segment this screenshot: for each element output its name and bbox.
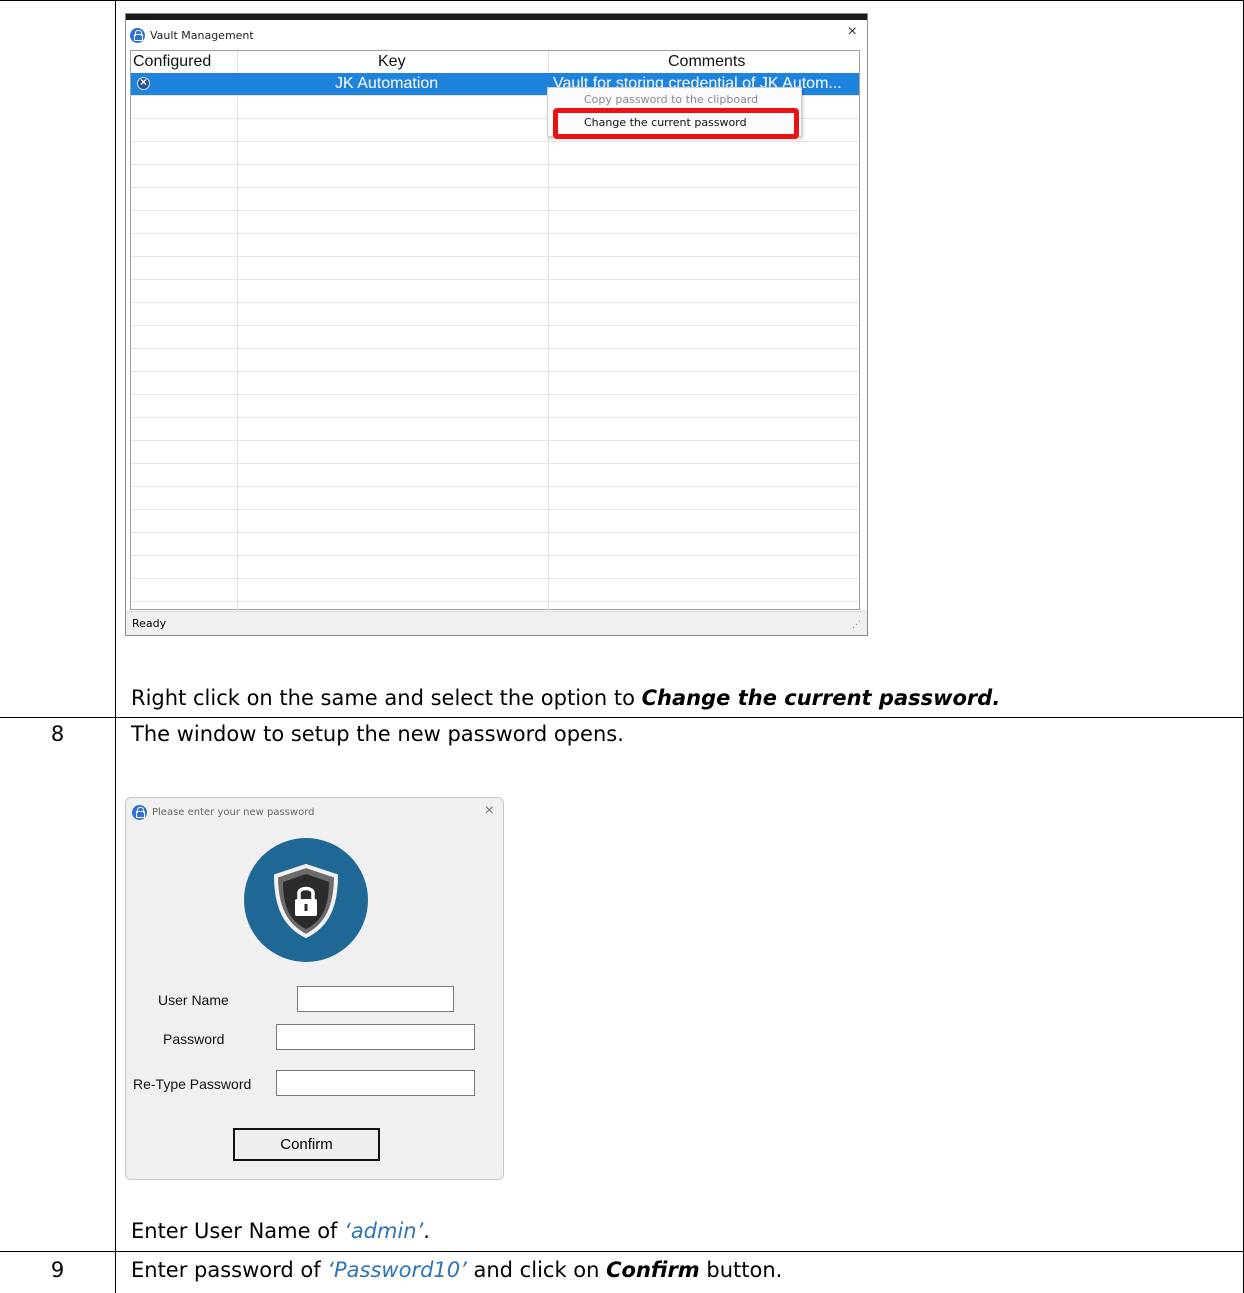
dialog-title: Please enter your new password [152,807,315,818]
step8-intro: The window to setup the new password ope… [131,722,624,746]
table-row-empty [131,395,859,418]
password-input[interactable] [276,1024,475,1050]
table-row-empty [131,188,859,211]
window-titlebar: Vault Management [130,26,254,44]
table-row-empty [131,556,859,579]
step9-emphasis: Confirm [606,1258,700,1282]
step7-emphasis: Change the current password. [641,686,1001,710]
table-row-empty [131,211,859,234]
table-row-empty [131,372,859,395]
highlight-box [553,108,799,139]
column-header-comments[interactable]: Comments [668,53,745,71]
step8-instruction: Enter User Name of ‘admin’. [131,1219,430,1243]
table-row-empty [131,326,859,349]
table-row-empty [131,257,859,280]
window-title: Vault Management [150,28,254,42]
retype-password-input[interactable] [276,1070,475,1096]
row-divider-8 [0,717,1244,718]
table-row-empty [131,165,859,188]
retype-password-label: Re-Type Password [133,1076,252,1092]
resize-grip-icon[interactable]: ⋰ [852,619,861,630]
step7-instruction: Right click on the same and select the o… [131,686,1000,710]
shield-lock-icon [244,838,368,962]
column-divider [115,0,116,1293]
step9-text-a: Enter password of [131,1258,328,1282]
table-row-empty [131,418,859,441]
column-header-key[interactable]: Key [378,53,406,71]
table-row-empty [131,464,859,487]
menu-item-copy-password[interactable]: Copy password to the clipboard [584,93,758,106]
step8-end: . [423,1219,430,1243]
step9-text-b: and click on [466,1258,607,1282]
step7-text: Right click on the same and select the o… [131,686,642,710]
lock-app-icon [132,805,147,820]
table-row-empty [131,142,859,165]
row-key: JK Automation [335,75,439,92]
close-icon[interactable]: × [848,23,857,41]
step9-value: ‘Password10’ [327,1258,467,1282]
step-number-8: 8 [50,722,65,746]
table-row-empty [131,349,859,372]
status-text: Ready [132,617,167,630]
user-name-label: User Name [158,992,229,1008]
table-row-empty [131,441,859,464]
window-top-edge [126,14,867,20]
step8-text: Enter User Name of [131,1219,345,1243]
confirm-button[interactable]: Confirm [233,1128,380,1161]
x-circle-icon [137,75,150,90]
table-row-empty [131,280,859,303]
status-bar: Ready ⋰ [126,611,867,635]
table-row-empty [131,234,859,257]
password-label: Password [163,1031,225,1047]
grid-header: Configured Key Comments [131,51,861,73]
step-number-9: 9 [50,1258,65,1282]
step9-instruction: Enter password of ‘Password10’ and click… [131,1258,782,1282]
column-header-configured[interactable]: Configured [133,53,211,71]
table-row-empty [131,303,859,326]
new-password-dialog: Please enter your new password × User Na… [125,797,504,1180]
row-divider-9 [0,1251,1244,1252]
lock-app-icon [130,27,145,43]
table-row-empty [131,487,859,510]
user-name-input[interactable] [297,986,454,1012]
table-row-empty [131,533,859,556]
close-icon[interactable]: × [485,802,494,820]
table-row-empty [131,510,859,533]
table-border-top [0,0,1244,1]
table-row-empty [131,579,859,602]
dialog-titlebar: Please enter your new password [132,805,314,820]
step9-text-c: button. [699,1258,783,1282]
step8-value: ‘admin’ [344,1219,424,1243]
